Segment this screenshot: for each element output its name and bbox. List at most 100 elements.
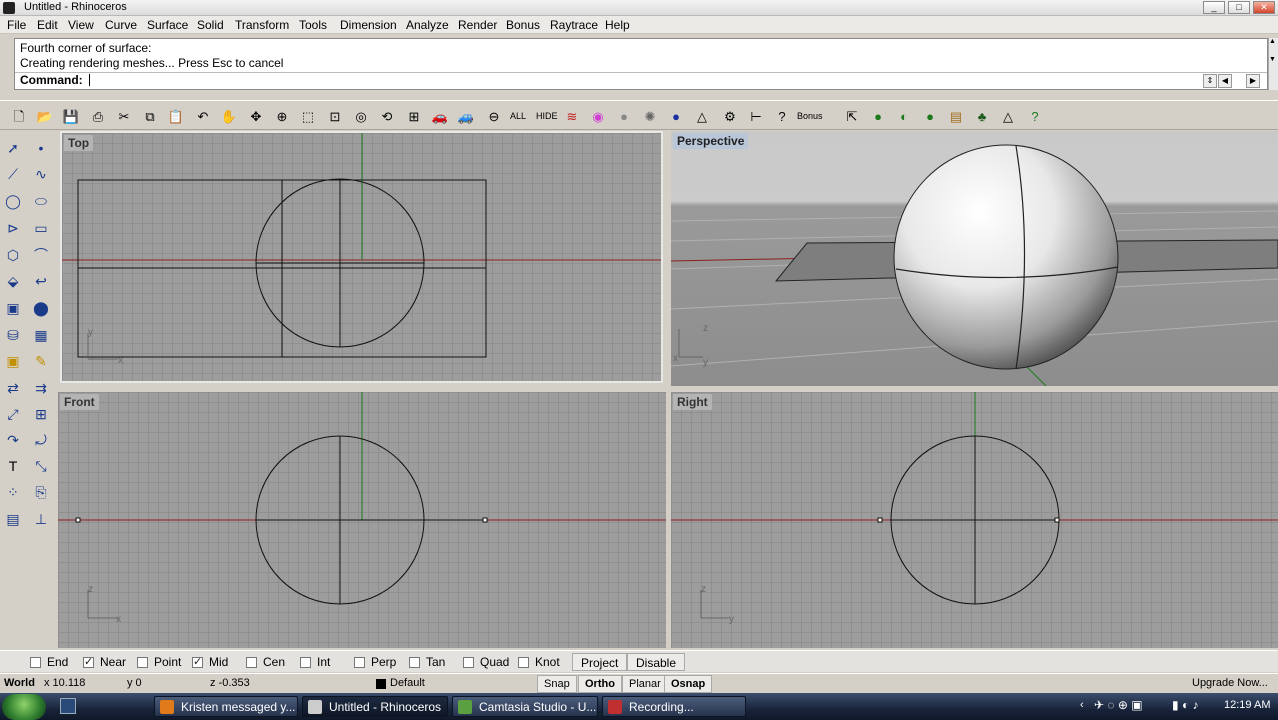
undo-view-icon[interactable]: ⟲ <box>377 106 397 126</box>
cylinder-icon[interactable]: ⛁ <box>2 324 24 346</box>
osnap-checkbox[interactable] <box>192 655 203 668</box>
raytrace-render-icon[interactable]: ◐ <box>894 106 914 126</box>
osnap-checkbox[interactable] <box>137 656 148 668</box>
arc-polyline-icon[interactable]: ⊳ <box>2 217 24 239</box>
menu-solid[interactable]: Solid <box>197 18 224 32</box>
new-file-icon[interactable]: 🗋 <box>9 106 29 126</box>
split-icon[interactable]: ⤾ <box>30 429 52 451</box>
osnap-knot[interactable]: Knot <box>518 655 560 669</box>
viewport-top[interactable]: y x Top <box>60 131 663 383</box>
surface-icon[interactable]: ⬙ <box>2 270 24 292</box>
environment-icon[interactable]: ▤ <box>946 106 966 126</box>
help-icon[interactable]: ? <box>772 106 792 126</box>
ellipse-icon[interactable]: ⬭ <box>30 190 52 212</box>
curve-icon[interactable]: ∿ <box>30 163 52 185</box>
task-recording[interactable]: Recording... <box>602 696 746 717</box>
osnap-cen[interactable]: Cen <box>246 655 285 669</box>
menu-surface[interactable]: Surface <box>147 18 188 32</box>
circle-icon[interactable]: ◯ <box>2 190 24 212</box>
close-button[interactable]: ✕ <box>1253 1 1275 14</box>
project-button[interactable]: Project <box>572 653 628 671</box>
osnap-checkbox[interactable] <box>409 656 420 668</box>
maximize-button[interactable]: □ <box>1228 1 1250 14</box>
osnap-checkbox[interactable] <box>83 655 94 668</box>
osnap-perp[interactable]: Perp <box>354 655 396 669</box>
menu-dimension[interactable]: Dimension <box>340 18 397 32</box>
volume-network-icons[interactable]: ▮ ◐ ♪ <box>1172 698 1199 712</box>
scroll-left-icon[interactable]: ◀ <box>1218 74 1232 88</box>
osnap-tan[interactable]: Tan <box>409 655 445 669</box>
rotate-view-icon[interactable]: ✥ <box>246 106 266 126</box>
viewport-perspective[interactable]: z x y Perspective <box>671 131 1278 386</box>
hide-button[interactable]: HIDE <box>536 106 558 126</box>
menu-help[interactable]: Help <box>605 18 630 32</box>
osnap-quad[interactable]: Quad <box>463 655 509 669</box>
osnap-checkbox[interactable] <box>300 656 311 668</box>
export-icon[interactable]: ⇱ <box>842 106 862 126</box>
osnap-checkbox[interactable] <box>246 656 257 668</box>
menu-bonus[interactable]: Bonus <box>506 18 540 32</box>
raytrace-sphere-icon[interactable]: ● <box>920 106 940 126</box>
tray-icons[interactable]: ✈ ◌ ⊕ ▣ <box>1094 698 1143 712</box>
menu-view[interactable]: View <box>68 18 94 32</box>
menu-render[interactable]: Render <box>458 18 497 32</box>
menu-tools[interactable]: Tools <box>299 18 327 32</box>
zoom-selected-icon[interactable]: ◎ <box>351 106 371 126</box>
trim-icon[interactable]: ↷ <box>2 429 24 451</box>
join-icon[interactable]: ⎘ <box>30 481 52 503</box>
clock[interactable]: 12:19 AM <box>1224 699 1270 711</box>
copy-transform-icon[interactable]: ⇉ <box>30 377 52 399</box>
material-icon[interactable]: ✺ <box>640 106 660 126</box>
color-wheel-icon[interactable]: ◉ <box>588 106 608 126</box>
properties-icon[interactable]: ▤ <box>2 508 24 530</box>
menu-transform[interactable]: Transform <box>235 18 289 32</box>
osnap-checkbox[interactable] <box>518 656 529 668</box>
text-tool-icon[interactable]: T <box>2 455 24 477</box>
polyline-icon[interactable]: ⟋ <box>2 163 24 185</box>
mesh-icon[interactable]: ▦ <box>30 324 52 346</box>
save-icon[interactable]: 💾 <box>61 106 81 126</box>
open-file-icon[interactable]: 📂 <box>35 106 55 126</box>
ortho-toggle[interactable]: Ortho <box>578 675 622 693</box>
array-icon[interactable]: ⊞ <box>30 403 52 425</box>
viewport-title-perspective[interactable]: Perspective <box>673 133 749 149</box>
sphere-shade-icon[interactable]: ● <box>614 106 634 126</box>
current-layer[interactable]: Default <box>390 677 425 689</box>
task-messenger[interactable]: Kristen messaged y... <box>154 696 298 717</box>
disable-button[interactable]: Disable <box>627 653 686 671</box>
history-scrollbar[interactable]: ▲ ▼ <box>1268 38 1278 90</box>
tree-icon[interactable]: ♣ <box>972 106 992 126</box>
menu-curve[interactable]: Curve <box>105 18 137 32</box>
render-sphere-icon[interactable]: ● <box>666 106 686 126</box>
osnap-near[interactable]: Near <box>83 655 126 669</box>
show-desktop-icon[interactable] <box>60 698 76 714</box>
zoom-icon[interactable]: ⊕ <box>272 106 292 126</box>
minimize-button[interactable]: _ <box>1203 1 1225 14</box>
select-arrow-icon[interactable]: ➚ <box>2 137 24 159</box>
snap-toggle[interactable]: Snap <box>537 675 577 693</box>
light-cone-icon[interactable]: △ <box>998 106 1018 126</box>
undo-icon[interactable]: ↶ <box>193 106 213 126</box>
move-icon[interactable]: ⇄ <box>2 377 24 399</box>
cone-icon[interactable]: △ <box>692 106 712 126</box>
polygon-icon[interactable]: ⬡ <box>2 244 24 266</box>
dimension-tool-icon[interactable]: ⤡ <box>30 455 52 477</box>
viewport-title-right[interactable]: Right <box>673 394 712 410</box>
viewport-title-top[interactable]: Top <box>64 135 94 151</box>
fillet-curve-icon[interactable]: ↩ <box>30 270 52 292</box>
dimension-icon[interactable]: ⊢ <box>746 106 766 126</box>
osnap-checkbox[interactable] <box>30 656 41 668</box>
osnap-point[interactable]: Point <box>137 655 181 669</box>
layers-icon[interactable]: ≋ <box>562 106 582 126</box>
cplane-label[interactable]: World <box>4 677 35 689</box>
four-viewports-icon[interactable]: ⊞ <box>404 106 424 126</box>
tray-expand-icon[interactable]: ‹ <box>1080 699 1084 711</box>
upgrade-link[interactable]: Upgrade Now... <box>1192 677 1268 689</box>
scale-icon[interactable]: ⤢ <box>2 403 24 425</box>
osnap-int[interactable]: Int <box>300 655 330 669</box>
osnap-checkbox[interactable] <box>354 656 365 668</box>
print-icon[interactable]: ⎙ <box>88 106 108 126</box>
bonus-button[interactable]: Bonus <box>797 106 823 126</box>
menu-file[interactable]: File <box>7 18 26 32</box>
osnap-mid[interactable]: Mid <box>192 655 228 669</box>
